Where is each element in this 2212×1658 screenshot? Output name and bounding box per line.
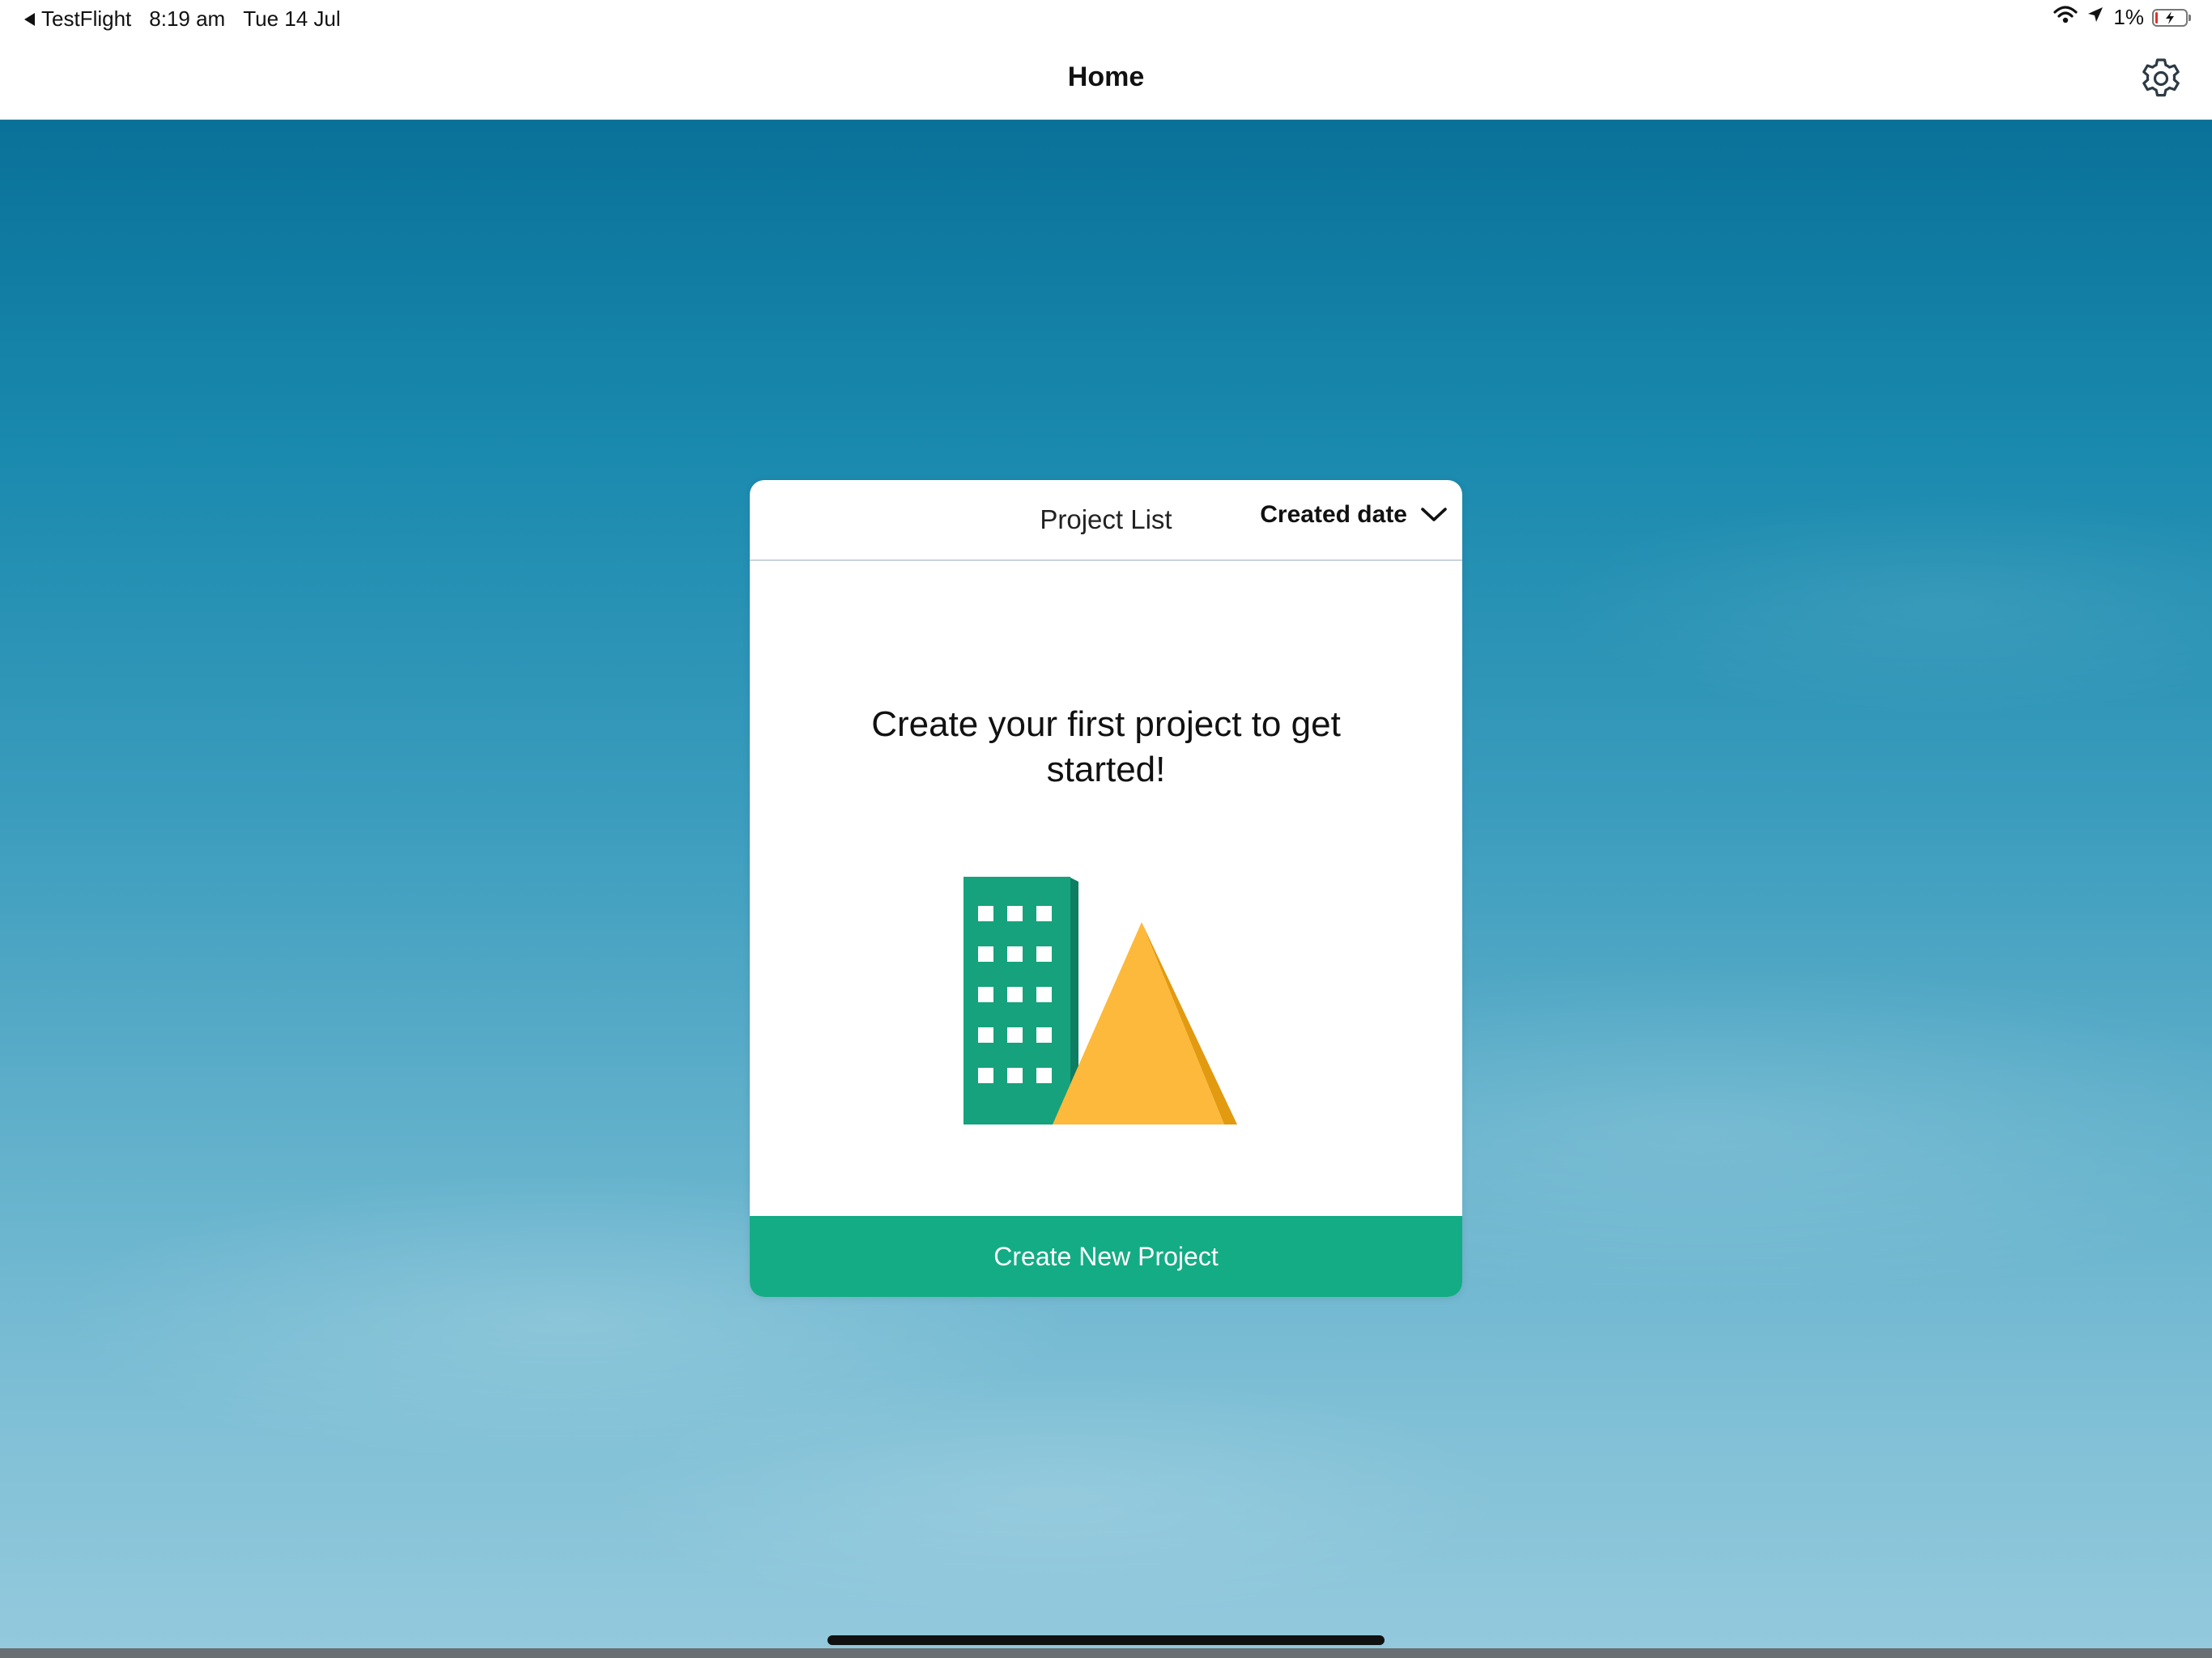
battery-percent: 1% [2113,5,2144,29]
home-indicator[interactable] [827,1635,1385,1645]
battery-charging-icon [2152,8,2191,27]
bottom-edge [0,1648,2212,1658]
building-and-pyramid-illustration [963,877,1237,1124]
status-bar-right: 1% [2053,5,2191,30]
wifi-icon [2053,5,2078,30]
battery-level [2155,11,2158,23]
gear-icon [2142,58,2180,97]
sort-label: Created date [1260,501,1407,528]
chevron-down-icon [1421,508,1447,521]
navigation-bar: Home [0,39,2212,120]
status-date: Tue 14 Jul [243,6,341,31]
status-bar-left: TestFlight 8:19 am Tue 14 Jul [24,6,341,32]
back-app-label: TestFlight [41,6,132,31]
status-bar: TestFlight 8:19 am Tue 14 Jul 1% [0,0,2212,39]
status-time: 8:19 am [149,6,226,31]
project-list-card: Project List Created date Create your fi… [750,480,1462,1297]
empty-state-message: Create your first project to get started… [871,704,1341,789]
settings-button[interactable] [2138,55,2184,102]
page-title: Home [1067,62,1145,92]
back-arrow-icon [24,12,35,26]
location-arrow-icon [2086,5,2105,30]
project-list-header: Project List Created date [750,480,1462,561]
sort-dropdown[interactable]: Created date [1260,501,1448,529]
create-new-project-button[interactable]: Create New Project [750,1216,1462,1297]
back-to-app-link[interactable]: TestFlight [24,6,131,32]
